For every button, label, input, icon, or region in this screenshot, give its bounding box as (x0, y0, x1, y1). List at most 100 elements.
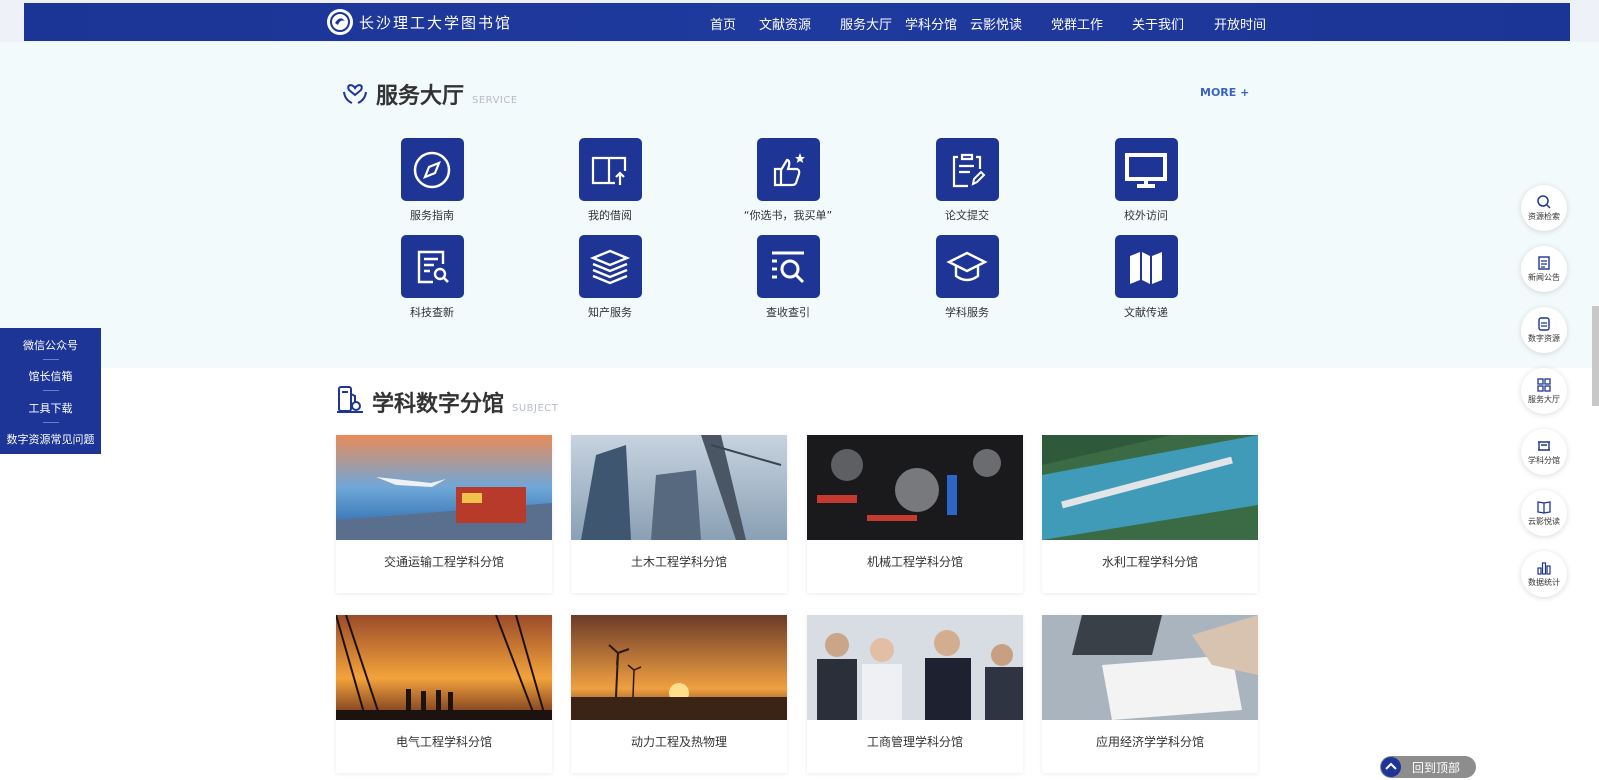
service-more-link[interactable]: MORE + (1200, 86, 1249, 99)
service-section: 服务大厅 SERVICE MORE + 服务指南 我的借阅 “你选书，我买单” … (0, 42, 1599, 368)
subject-card-hydraulic[interactable]: 水利工程学科分馆 (1042, 435, 1258, 593)
service-icon-box (1114, 235, 1178, 298)
service-thesis-submission[interactable]: 论文提交 (907, 138, 1027, 223)
layers-icon (589, 249, 631, 284)
nav-cloud-reading[interactable]: 云影悦读 (970, 14, 1022, 33)
scrollbar-thumb[interactable] (1592, 306, 1599, 406)
card-label: 应用经济学学科分馆 (1095, 735, 1204, 749)
subject-card-electrical[interactable]: 电气工程学科分馆 (336, 615, 552, 773)
open-book-icon (1537, 501, 1551, 514)
subject-subtitle: SUBJECT (512, 403, 559, 414)
subject-card-transportation[interactable]: 交通运输工程学科分馆 (336, 435, 552, 593)
left-menu-tool-download[interactable]: 工具下载 (0, 400, 101, 416)
service-icon-box (1114, 138, 1178, 201)
subject-card-applied-economics[interactable]: 应用经济学学科分馆 (1042, 615, 1258, 773)
subject-card-power-engineering[interactable]: 动力工程及热物理 (571, 615, 787, 773)
news-icon (1538, 256, 1550, 270)
nav-service-hall[interactable]: 服务大厅 (840, 14, 892, 33)
back-to-top-label: 回到顶部 (1412, 761, 1461, 775)
subject-title: 学科数字分馆 (372, 392, 505, 417)
card-image (571, 615, 787, 720)
thumbs-up-icon (773, 152, 805, 186)
logo-emblem-icon (327, 9, 353, 35)
compass-icon (413, 151, 451, 188)
monitor-icon (1125, 152, 1167, 188)
card-image (1042, 435, 1258, 540)
library-icon (1538, 441, 1550, 451)
nav-subject-branch[interactable]: 学科分馆 (905, 14, 957, 33)
site-logo[interactable]: 长沙理工大学图书馆 (327, 8, 512, 36)
right-float-resource-search[interactable]: 资源检索 (1521, 185, 1567, 231)
card-image (336, 435, 552, 540)
top-bar: 长沙理工大学图书馆 首页 文献资源 服务大厅 学科分馆 云影悦读 党群工作 关于… (0, 0, 1599, 42)
service-label: 文献传递 (1124, 306, 1168, 319)
navbar: 长沙理工大学图书馆 首页 文献资源 服务大厅 学科分馆 云影悦读 党群工作 关于… (24, 3, 1570, 41)
card-image (807, 435, 1023, 540)
service-citation-search[interactable]: 查收查引 (728, 235, 848, 320)
grid-icon (1537, 378, 1551, 392)
nav-home[interactable]: 首页 (710, 14, 736, 33)
left-menu-wechat[interactable]: 微信公众号 (0, 337, 101, 353)
subject-heading: 学科数字分馆 SUBJECT (336, 384, 558, 418)
service-document-delivery[interactable]: 文献传递 (1086, 235, 1206, 320)
service-label: 科技查新 (410, 306, 454, 319)
right-float-cloud-reading[interactable]: 云影悦读 (1521, 490, 1567, 536)
search-icon (1537, 195, 1551, 209)
card-image (807, 615, 1023, 720)
graduation-cap-icon (946, 251, 988, 281)
hands-heart-icon (342, 80, 368, 110)
card-label: 电气工程学科分馆 (395, 735, 492, 749)
service-heading: 服务大厅 SERVICE (342, 78, 518, 110)
book-return-icon (591, 156, 627, 185)
service-icon-box (935, 235, 999, 298)
subject-card-mechanical[interactable]: 机械工程学科分馆 (807, 435, 1023, 593)
clipboard-edit-icon (952, 153, 986, 187)
map-icon (1130, 251, 1162, 284)
left-menu-director-mailbox[interactable]: 馆长信箱 (0, 368, 101, 384)
right-float-label: 新闻公告 (1528, 273, 1560, 282)
service-label: 校外访问 (1124, 209, 1168, 222)
back-to-top-button[interactable]: 回到顶部 (1380, 756, 1476, 778)
left-menu-divider (43, 422, 59, 423)
logo-text: 长沙理工大学图书馆 (359, 13, 513, 32)
right-float-service-hall[interactable]: 服务大厅 (1521, 368, 1567, 414)
card-label: 土木工程学科分馆 (630, 555, 727, 569)
list-search-icon (772, 251, 805, 283)
service-label: 服务指南 (410, 209, 454, 222)
left-menu-faq[interactable]: 数字资源常见问题 (0, 431, 101, 447)
service-guide[interactable]: 服务指南 (372, 138, 492, 223)
service-icon-box (756, 138, 820, 201)
left-menu-divider (43, 359, 59, 360)
right-float-label: 服务大厅 (1528, 395, 1560, 404)
service-my-borrowing[interactable]: 我的借阅 (550, 138, 670, 223)
right-float-digital-resources[interactable]: 数字资源 (1521, 307, 1567, 353)
subject-card-civil[interactable]: 土木工程学科分馆 (571, 435, 787, 593)
fuel-pump-icon (336, 384, 364, 418)
right-float-subject-branch[interactable]: 学科分馆 (1521, 429, 1567, 475)
service-label: “你选书，我买单” (743, 209, 833, 222)
service-label: 我的借阅 (588, 209, 632, 222)
right-float-label: 数据统计 (1528, 578, 1560, 587)
nav-party-work[interactable]: 党群工作 (1051, 14, 1103, 33)
service-label: 学科服务 (945, 306, 989, 319)
right-float-label: 云影悦读 (1528, 517, 1560, 526)
service-title: 服务大厅 (376, 84, 465, 109)
nav-about[interactable]: 关于我们 (1132, 14, 1184, 33)
right-float-statistics[interactable]: 数据统计 (1521, 551, 1567, 597)
service-subject[interactable]: 学科服务 (907, 235, 1027, 320)
nav-opening-hours[interactable]: 开放时间 (1214, 14, 1266, 33)
card-label: 机械工程学科分馆 (866, 555, 963, 569)
service-icon-box (578, 138, 642, 201)
service-label: 知产服务 (588, 306, 632, 319)
subject-card-business-admin[interactable]: 工商管理学科分馆 (807, 615, 1023, 773)
service-ip[interactable]: 知产服务 (550, 235, 670, 320)
service-you-choose-we-buy[interactable]: “你选书，我买单” (728, 138, 848, 223)
nav-resources[interactable]: 文献资源 (759, 14, 811, 33)
chevron-up-icon (1381, 757, 1401, 777)
service-label: 论文提交 (945, 209, 989, 222)
service-sci-tech-novelty[interactable]: 科技查新 (372, 235, 492, 320)
card-label: 动力工程及热物理 (630, 735, 727, 749)
right-float-news[interactable]: 新闻公告 (1521, 246, 1567, 292)
service-off-campus-access[interactable]: 校外访问 (1086, 138, 1206, 223)
card-label: 工商管理学科分馆 (866, 735, 963, 749)
